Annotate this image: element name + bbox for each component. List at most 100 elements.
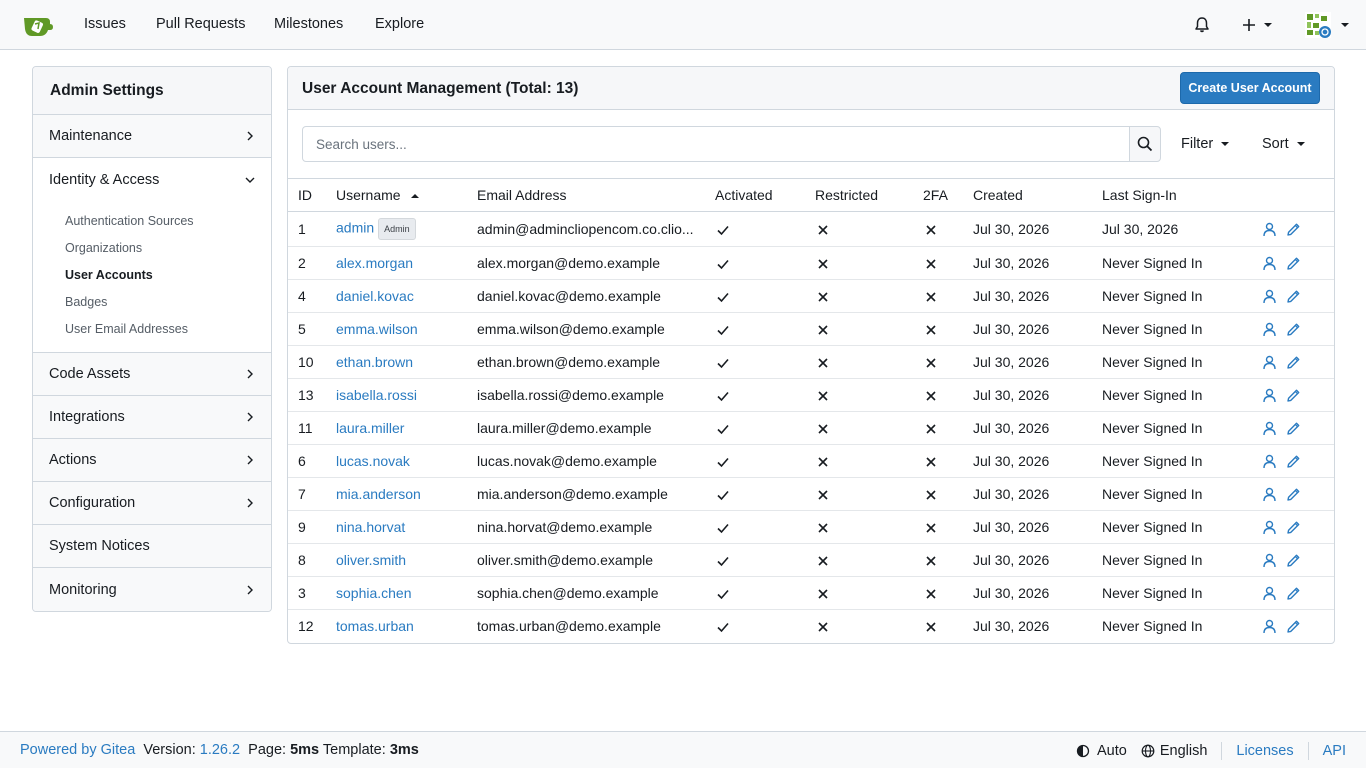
view-user-icon[interactable] xyxy=(1262,520,1277,535)
nav-issues[interactable]: Issues xyxy=(84,16,126,32)
username-link[interactable]: sophia.chen xyxy=(336,585,412,601)
edit-user-icon[interactable] xyxy=(1286,619,1301,634)
view-user-icon[interactable] xyxy=(1262,322,1277,337)
username-link[interactable]: lucas.novak xyxy=(336,453,410,469)
edit-user-icon[interactable] xyxy=(1286,454,1301,469)
cell-actions xyxy=(1262,544,1334,577)
column-header-created[interactable]: Created xyxy=(973,179,1102,212)
edit-user-icon[interactable] xyxy=(1286,586,1301,601)
column-header-email[interactable]: Email Address xyxy=(477,179,715,212)
cell-email: laura.miller@demo.example xyxy=(477,420,652,436)
username-link[interactable]: ethan.brown xyxy=(336,354,413,370)
create-menu-button[interactable] xyxy=(1242,0,1272,50)
powered-by-link[interactable]: Powered by Gitea xyxy=(20,742,135,758)
cell-email: tomas.urban@demo.example xyxy=(477,618,661,635)
version-link[interactable]: 1.26.2 xyxy=(200,742,240,758)
sidebar-item-maintenance[interactable]: Maintenance xyxy=(33,115,271,158)
user-menu-button[interactable] xyxy=(1303,0,1349,50)
view-user-icon[interactable] xyxy=(1262,586,1277,601)
cell-last-sign-in: Never Signed In xyxy=(1102,354,1203,370)
licenses-link[interactable]: Licenses xyxy=(1236,743,1293,759)
column-header-restricted[interactable]: Restricted xyxy=(815,179,923,212)
username-link[interactable]: isabella.rossi xyxy=(336,387,417,403)
view-user-icon[interactable] xyxy=(1262,421,1277,436)
nav-explore[interactable]: Explore xyxy=(375,16,424,32)
view-user-icon[interactable] xyxy=(1262,388,1277,403)
filter-dropdown[interactable]: Filter xyxy=(1181,136,1230,152)
sidebar-subitem-badges[interactable]: Badges xyxy=(33,288,271,315)
language-selector[interactable]: English xyxy=(1141,743,1208,759)
edit-user-icon[interactable] xyxy=(1286,289,1301,304)
cell-username: daniel.kovac xyxy=(336,280,477,313)
cell-id: 6 xyxy=(298,453,306,469)
gitea-logo-icon[interactable] xyxy=(22,12,54,38)
sidebar-subitem-user-email-addresses[interactable]: User Email Addresses xyxy=(33,315,271,342)
view-user-icon[interactable] xyxy=(1262,553,1277,568)
check-icon xyxy=(717,491,729,501)
sidebar-item-configuration[interactable]: Configuration xyxy=(33,482,271,525)
edit-user-icon[interactable] xyxy=(1286,355,1301,370)
language-label: English xyxy=(1159,743,1208,759)
edit-user-icon[interactable] xyxy=(1286,256,1301,271)
edit-user-icon[interactable] xyxy=(1286,388,1301,403)
column-header-2fa[interactable]: 2FA xyxy=(923,179,973,212)
username-link[interactable]: daniel.kovac xyxy=(336,288,414,304)
edit-user-icon[interactable] xyxy=(1286,520,1301,535)
username-link[interactable]: oliver.smith xyxy=(336,552,406,568)
username-link[interactable]: admin xyxy=(336,220,374,236)
view-user-icon[interactable] xyxy=(1262,619,1277,634)
table-row: 7 mia.anderson mia.anderson@demo.example Ju… xyxy=(288,478,1334,511)
users-table: ID Username Email Address Activated Rest… xyxy=(288,178,1334,643)
username-link[interactable]: laura.miller xyxy=(336,420,404,436)
column-header-activated[interactable]: Activated xyxy=(715,179,815,212)
username-link[interactable]: emma.wilson xyxy=(336,321,418,337)
username-link[interactable]: alex.morgan xyxy=(336,255,413,271)
api-link[interactable]: API xyxy=(1323,743,1346,759)
cell-created: Jul 30, 2026 xyxy=(973,387,1050,403)
search-input[interactable] xyxy=(302,126,1130,162)
sidebar-subitem-organizations[interactable]: Organizations xyxy=(33,234,271,261)
column-header-last-sign-in[interactable]: Last Sign-In xyxy=(1102,179,1262,212)
view-user-icon[interactable] xyxy=(1262,289,1277,304)
cell-email: admin@admincliopencom.co.clio... xyxy=(477,221,694,237)
column-header-username[interactable]: Username xyxy=(336,179,477,212)
nav-pull-requests[interactable]: Pull Requests xyxy=(156,16,245,32)
edit-user-icon[interactable] xyxy=(1286,487,1301,502)
view-user-icon[interactable] xyxy=(1262,256,1277,271)
sidebar-item-actions[interactable]: Actions xyxy=(33,439,271,482)
sidebar-subitem-authentication-sources[interactable]: Authentication Sources xyxy=(33,207,271,234)
sidebar-subitem-user-accounts[interactable]: User Accounts xyxy=(33,261,271,288)
check-icon xyxy=(717,260,729,270)
username-link[interactable]: nina.horvat xyxy=(336,519,405,535)
cell-actions xyxy=(1262,247,1334,280)
view-user-icon[interactable] xyxy=(1262,487,1277,502)
edit-user-icon[interactable] xyxy=(1286,322,1301,337)
page-time: 5ms xyxy=(290,742,320,758)
edit-user-icon[interactable] xyxy=(1286,222,1301,237)
sidebar-item-system-notices[interactable]: System Notices xyxy=(33,525,271,568)
view-user-icon[interactable] xyxy=(1262,355,1277,370)
sidebar-item-code-assets[interactable]: Code Assets xyxy=(33,353,271,396)
template-time: 3ms xyxy=(389,742,419,758)
search-button[interactable] xyxy=(1129,126,1161,162)
x-icon xyxy=(818,225,828,235)
x-icon xyxy=(818,259,828,269)
view-user-icon[interactable] xyxy=(1262,222,1277,237)
cell-email: ethan.brown@demo.example xyxy=(477,354,661,370)
edit-user-icon[interactable] xyxy=(1286,553,1301,568)
view-user-icon[interactable] xyxy=(1262,454,1277,469)
sidebar-item-integrations[interactable]: Integrations xyxy=(33,396,271,439)
create-user-account-button[interactable]: Create User Account xyxy=(1180,72,1320,104)
edit-user-icon[interactable] xyxy=(1286,421,1301,436)
nav-milestones[interactable]: Milestones xyxy=(274,16,343,32)
column-header-id[interactable]: ID xyxy=(288,179,336,212)
sidebar-item-monitoring[interactable]: Monitoring xyxy=(33,568,271,611)
username-link[interactable]: tomas.urban xyxy=(336,618,414,634)
sidebar-item-identity-access[interactable]: Identity & Access xyxy=(33,158,271,201)
sort-dropdown[interactable]: Sort xyxy=(1262,136,1305,152)
username-link[interactable]: mia.anderson xyxy=(336,486,421,502)
x-icon xyxy=(926,556,936,566)
notifications-button[interactable] xyxy=(1193,0,1211,50)
cell-restricted xyxy=(815,577,923,610)
theme-selector[interactable]: Auto xyxy=(1076,743,1127,759)
